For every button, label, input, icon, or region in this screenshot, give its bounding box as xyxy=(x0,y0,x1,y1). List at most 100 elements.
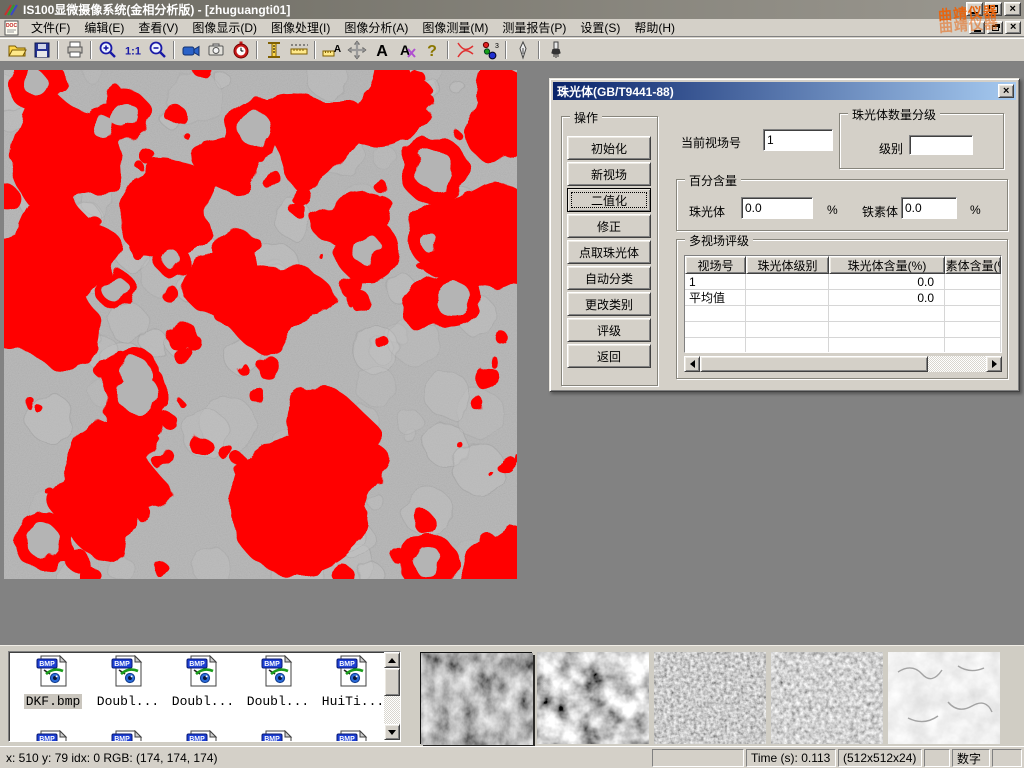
current-field-input[interactable] xyxy=(763,129,833,151)
change-class-button[interactable]: 更改类别 xyxy=(567,292,651,316)
file-list[interactable]: BMPDKF.bmpBMPBMPDoubl...BMPBMPDoubl...BM… xyxy=(8,651,401,742)
return-button[interactable]: 返回 xyxy=(567,344,651,368)
scroll-right-button[interactable] xyxy=(986,356,1002,372)
svg-text:BMP: BMP xyxy=(189,736,205,742)
status-mode: 数字 xyxy=(952,749,990,767)
pen-button[interactable] xyxy=(510,39,535,61)
text-style-button[interactable]: A xyxy=(394,39,419,61)
scrollbar-track[interactable] xyxy=(928,356,986,372)
zoom-out-button[interactable] xyxy=(145,39,170,61)
file-item[interactable]: BMPDKF.bmp xyxy=(17,655,89,710)
print-button[interactable] xyxy=(62,39,87,61)
file-item[interactable]: BMPDoubl... xyxy=(92,655,164,710)
grid-header-cell[interactable]: 珠光体含量(%) xyxy=(829,256,945,274)
correct-button[interactable]: 修正 xyxy=(567,214,651,238)
grid-cell xyxy=(746,322,829,338)
text-button[interactable]: A xyxy=(369,39,394,61)
grid-header-cell[interactable]: 铁素体含量(%) xyxy=(945,256,1001,274)
file-item[interactable]: BMPDoubl... xyxy=(167,655,239,710)
menu-item-measure-report[interactable]: 测量报告(P) xyxy=(495,18,573,37)
dialog-close-button[interactable]: × xyxy=(998,84,1014,98)
mdi-restore-button[interactable] xyxy=(987,21,1003,34)
thumbnail-image[interactable] xyxy=(654,652,766,744)
file-item[interactable]: BMP xyxy=(17,730,89,742)
grade-input[interactable] xyxy=(909,135,973,155)
multifield-table[interactable]: 视场号珠光体级别珠光体含量(%)铁素体含量(%)10.0平均值0.0 xyxy=(684,255,1002,353)
table-row[interactable]: 10.0 xyxy=(685,274,1001,290)
svg-text:3: 3 xyxy=(495,43,499,50)
table-row[interactable] xyxy=(685,306,1001,322)
table-row[interactable]: 平均值0.0 xyxy=(685,290,1001,306)
caliper-button[interactable] xyxy=(261,39,286,61)
menu-item-help[interactable]: 帮助(H) xyxy=(627,18,682,37)
file-item[interactable]: BMP xyxy=(242,730,314,742)
camera-button[interactable] xyxy=(203,39,228,61)
grid-cell: 1 xyxy=(685,274,746,290)
brush-button[interactable] xyxy=(543,39,568,61)
file-item[interactable]: BMP xyxy=(92,730,164,742)
color-points-button[interactable]: 3 xyxy=(477,39,502,61)
auto-classify-button[interactable]: 自动分类 xyxy=(567,266,651,290)
ruler-button[interactable] xyxy=(286,39,311,61)
ferrite-label: 铁素体 xyxy=(862,203,898,220)
move-button[interactable] xyxy=(344,39,369,61)
file-scrollbar-thumb[interactable] xyxy=(384,668,400,696)
help-button[interactable]: ? xyxy=(419,39,444,61)
scrollbar-thumb[interactable] xyxy=(700,356,928,372)
status-panel-empty xyxy=(652,749,744,767)
title-bar[interactable]: IS100显微摄像系统(金相分析版) - [zhuguangti01] × xyxy=(0,0,1024,19)
file-item[interactable]: BMPDoubl... xyxy=(242,655,314,710)
mdi-close-button[interactable]: × xyxy=(1005,21,1021,34)
grid-header-cell[interactable]: 珠光体级别 xyxy=(746,256,829,274)
menu-item-image-analysis[interactable]: 图像分析(A) xyxy=(337,18,415,37)
grade-button[interactable]: 评级 xyxy=(567,318,651,342)
menu-item-image-process[interactable]: 图像处理(I) xyxy=(264,18,337,37)
initialize-button[interactable]: 初始化 xyxy=(567,136,651,160)
pick-pearlite-button[interactable]: 点取珠光体 xyxy=(567,240,651,264)
file-scroll-up-button[interactable] xyxy=(384,652,400,668)
stopwatch-button[interactable] xyxy=(228,39,253,61)
thumbnail-image[interactable] xyxy=(420,652,532,744)
menu-item-edit[interactable]: 编辑(E) xyxy=(77,18,131,37)
ruler-text-button[interactable]: A xyxy=(319,39,344,61)
svg-text:BMP: BMP xyxy=(114,736,130,742)
file-item[interactable]: BMP xyxy=(167,730,239,742)
file-item[interactable]: BMP xyxy=(317,730,389,742)
thumbnail-image[interactable] xyxy=(537,652,649,744)
scroll-left-button[interactable] xyxy=(684,356,700,372)
metallographic-image[interactable] xyxy=(4,70,517,579)
binarize-button[interactable]: 二值化 xyxy=(567,188,651,212)
mdi-restore-icon xyxy=(992,25,999,31)
file-item[interactable]: BMPHuiTi... xyxy=(317,655,389,710)
file-list-scrollbar[interactable] xyxy=(384,652,400,740)
menu-item-file[interactable]: 文件(F) xyxy=(24,18,77,37)
curve-button[interactable] xyxy=(452,39,477,61)
zoom-in-button[interactable] xyxy=(95,39,120,61)
mdi-minimize-button[interactable] xyxy=(969,21,985,34)
status-panel-empty xyxy=(992,749,1022,767)
close-button[interactable]: × xyxy=(1004,2,1021,16)
pearlite-percent-input[interactable] xyxy=(741,197,813,219)
menu-item-image-display[interactable]: 图像显示(D) xyxy=(185,18,264,37)
menu-item-settings[interactable]: 设置(S) xyxy=(573,18,627,37)
grid-header-cell[interactable]: 视场号 xyxy=(685,256,746,274)
zoom-in-icon xyxy=(98,40,118,60)
grid-cell xyxy=(829,338,945,353)
thumbnail-image[interactable] xyxy=(888,652,1000,744)
dialog-title-bar[interactable]: 珠光体(GB/T9441-88) × xyxy=(553,82,1016,100)
thumbnail-image[interactable] xyxy=(771,652,883,744)
file-scroll-down-button[interactable] xyxy=(384,724,400,740)
table-horizontal-scrollbar[interactable] xyxy=(684,356,1002,372)
ferrite-percent-input[interactable] xyxy=(901,197,957,219)
grid-cell xyxy=(829,306,945,322)
menu-item-image-measure[interactable]: 图像测量(M) xyxy=(415,18,495,37)
open-button[interactable] xyxy=(4,39,29,61)
menu-item-view[interactable]: 查看(V) xyxy=(131,18,185,37)
actual-size-button[interactable]: 1:1 xyxy=(120,39,145,61)
text-icon: A xyxy=(372,40,392,60)
save-button[interactable] xyxy=(29,39,54,61)
table-row[interactable] xyxy=(685,338,1001,353)
new-field-button[interactable]: 新视场 xyxy=(567,162,651,186)
video-camera-button[interactable] xyxy=(178,39,203,61)
table-row[interactable] xyxy=(685,322,1001,338)
